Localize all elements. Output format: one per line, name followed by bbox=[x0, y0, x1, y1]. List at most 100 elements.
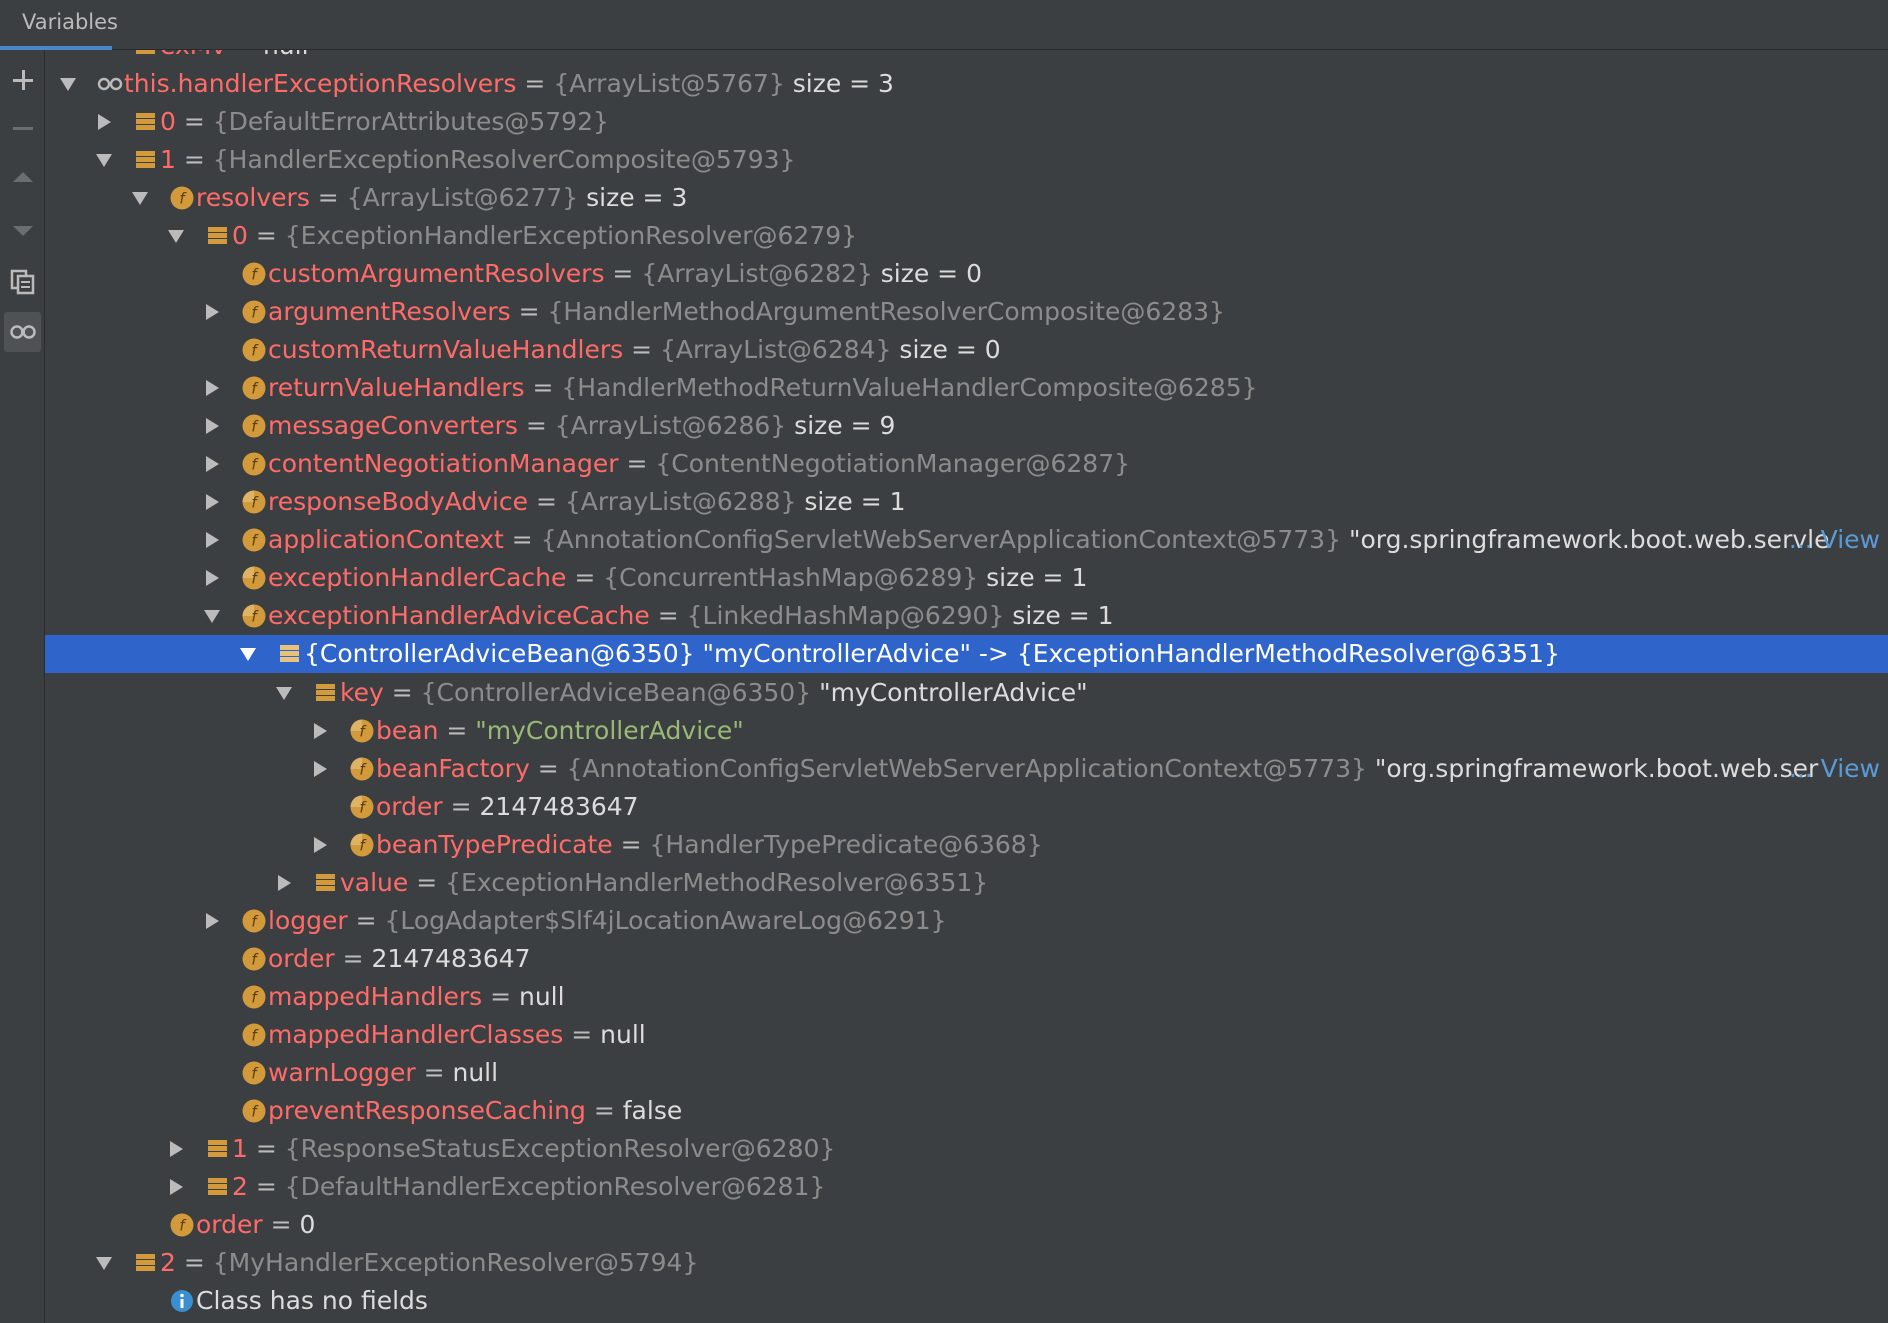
field-icon: f bbox=[241, 407, 267, 445]
expanded-arrow-icon[interactable] bbox=[57, 65, 79, 103]
equals-sign: = bbox=[175, 145, 213, 174]
object-reference: {AnnotationConfigServletWebServerApplica… bbox=[540, 525, 1341, 554]
expanded-arrow-icon[interactable] bbox=[165, 217, 187, 255]
variable-name: beanFactory bbox=[376, 754, 530, 783]
variable-name: resolvers bbox=[196, 183, 310, 212]
expanded-arrow-icon[interactable] bbox=[93, 1244, 115, 1282]
row-text: 0 = {ExceptionHandlerExceptionResolver@6… bbox=[232, 217, 857, 255]
row-text: messageConverters = {ArrayList@6286} siz… bbox=[268, 407, 895, 445]
value-details: size = 3 bbox=[578, 183, 688, 212]
equals-sign: = bbox=[408, 868, 446, 897]
row-text: this.handlerExceptionResolvers = {ArrayL… bbox=[124, 65, 894, 103]
variable-name: order bbox=[376, 792, 443, 821]
info-icon bbox=[169, 1282, 195, 1320]
tree-row[interactable]: f bean = "myControllerAdvice" bbox=[45, 712, 1888, 750]
tree-row-selected[interactable]: {ControllerAdviceBean@6350} "myControlle… bbox=[45, 635, 1888, 673]
add-watch-button[interactable] bbox=[4, 60, 41, 100]
tree-row[interactable]: f order = 0 bbox=[45, 1206, 1888, 1244]
tree-row[interactable]: f customReturnValueHandlers = {ArrayList@… bbox=[45, 331, 1888, 369]
expanded-arrow-icon[interactable] bbox=[129, 179, 151, 217]
tree-row[interactable]: f argumentResolvers = {HandlerMethodArgum… bbox=[45, 293, 1888, 331]
equals-sign: = bbox=[517, 411, 555, 440]
tree-row[interactable]: value = {ExceptionHandlerMethodResolver@… bbox=[45, 864, 1888, 902]
remove-watch-button[interactable] bbox=[4, 108, 41, 148]
tree-row[interactable]: exMv = null bbox=[45, 50, 1888, 65]
object-reference: {LinkedHashMap@6290} bbox=[686, 601, 1005, 630]
tree-row[interactable]: f beanTypePredicate = {HandlerTypePredica… bbox=[45, 826, 1888, 864]
collapsed-arrow-icon[interactable] bbox=[201, 445, 223, 483]
tree-row[interactable]: f responseBodyAdvice = {ArrayList@6288} s… bbox=[45, 483, 1888, 521]
show-watches-button[interactable] bbox=[4, 312, 41, 352]
tree-row[interactable]: key = {ControllerAdviceBean@6350} "myCon… bbox=[45, 674, 1888, 712]
tree-row[interactable]: f order = 2147483647 bbox=[45, 788, 1888, 826]
collapsed-arrow-icon[interactable] bbox=[201, 369, 223, 407]
row-text: contentNegotiationManager = {ContentNego… bbox=[268, 445, 1130, 483]
collapsed-arrow-icon[interactable] bbox=[165, 1130, 187, 1168]
tree-row[interactable]: f logger = {LogAdapter$Slf4jLocationAware… bbox=[45, 902, 1888, 940]
equals-sign: = bbox=[438, 716, 476, 745]
tree-row[interactable]: f contentNegotiationManager = {ContentNeg… bbox=[45, 445, 1888, 483]
glasses-icon bbox=[9, 325, 36, 339]
expanded-arrow-icon[interactable] bbox=[93, 141, 115, 179]
collapsed-arrow-icon[interactable] bbox=[273, 864, 295, 902]
tree-row[interactable]: f messageConverters = {ArrayList@6286} si… bbox=[45, 407, 1888, 445]
tree-row[interactable]: f beanFactory = {AnnotationConfigServletW… bbox=[45, 750, 1888, 788]
object-reference: {HandlerMethodReturnValueHandlerComposit… bbox=[561, 373, 1258, 402]
tree-row[interactable]: 1 = {HandlerExceptionResolverComposite@5… bbox=[45, 141, 1888, 179]
field-icon: f bbox=[169, 179, 195, 217]
collapsed-arrow-icon[interactable] bbox=[201, 902, 223, 940]
field-icon: f bbox=[241, 369, 267, 407]
move-down-button[interactable] bbox=[4, 210, 41, 250]
tree-row[interactable]: f customArgumentResolvers = {ArrayList@62… bbox=[45, 255, 1888, 293]
collapsed-arrow-icon[interactable] bbox=[309, 750, 331, 788]
value-details: "org.springframework.boot.web.ser bbox=[1366, 754, 1819, 783]
view-link[interactable]: ... View bbox=[1789, 750, 1880, 788]
collapsed-arrow-icon[interactable] bbox=[309, 712, 331, 750]
tree-row[interactable]: f applicationContext = {AnnotationConfigS… bbox=[45, 521, 1888, 559]
tree-row[interactable]: f exceptionHandlerAdviceCache = {LinkedHa… bbox=[45, 597, 1888, 635]
expanded-arrow-icon[interactable] bbox=[201, 597, 223, 635]
tree-row[interactable]: 2 = {MyHandlerExceptionResolver@5794} bbox=[45, 1244, 1888, 1282]
collapsed-arrow-icon[interactable] bbox=[201, 521, 223, 559]
value-details: size = 1 bbox=[796, 487, 906, 516]
tree-row[interactable]: f resolvers = {ArrayList@6277} size = 3 bbox=[45, 179, 1888, 217]
tree-row[interactable]: f mappedHandlerClasses = null bbox=[45, 1016, 1888, 1054]
tree-row[interactable]: f exceptionHandlerCache = {ConcurrentHash… bbox=[45, 559, 1888, 597]
tree-row[interactable]: f preventResponseCaching = false bbox=[45, 1092, 1888, 1130]
collapsed-arrow-icon[interactable] bbox=[201, 483, 223, 521]
variables-tree[interactable]: exMv = nullthis.handlerExceptionResolver… bbox=[45, 50, 1888, 1323]
tree-row[interactable]: f mappedHandlers = null bbox=[45, 978, 1888, 1016]
row-text: order = 0 bbox=[196, 1206, 315, 1244]
expanded-arrow-icon[interactable] bbox=[273, 674, 295, 712]
collapsed-arrow-icon[interactable] bbox=[309, 826, 331, 864]
row-text: resolvers = {ArrayList@6277} size = 3 bbox=[196, 179, 687, 217]
collapsed-arrow-icon[interactable] bbox=[165, 1168, 187, 1206]
tree-row[interactable]: f order = 2147483647 bbox=[45, 940, 1888, 978]
tree-row[interactable]: 2 = {DefaultHandlerExceptionResolver@628… bbox=[45, 1168, 1888, 1206]
equals-sign: = bbox=[347, 906, 385, 935]
row-text: responseBodyAdvice = {ArrayList@6288} si… bbox=[268, 483, 906, 521]
equals-sign: = bbox=[415, 1058, 453, 1087]
copy-button[interactable] bbox=[4, 262, 41, 302]
tree-row[interactable]: this.handlerExceptionResolvers = {ArrayL… bbox=[45, 65, 1888, 103]
tree-row[interactable]: f returnValueHandlers = {HandlerMethodRet… bbox=[45, 369, 1888, 407]
row-text: Class has no fields bbox=[196, 1282, 428, 1320]
tree-row[interactable]: f warnLogger = null bbox=[45, 1054, 1888, 1092]
view-link[interactable]: ... View bbox=[1789, 521, 1880, 559]
move-up-button[interactable] bbox=[4, 158, 41, 198]
collapsed-arrow-icon[interactable] bbox=[201, 559, 223, 597]
expanded-arrow-icon[interactable] bbox=[237, 635, 259, 673]
field-icon: f bbox=[241, 255, 267, 293]
plus-icon bbox=[12, 70, 33, 90]
panel-title[interactable]: Variables bbox=[22, 10, 118, 34]
collapsed-arrow-icon[interactable] bbox=[201, 293, 223, 331]
tree-row[interactable]: 0 = {ExceptionHandlerExceptionResolver@6… bbox=[45, 217, 1888, 255]
row-text: mappedHandlers = null bbox=[268, 978, 565, 1016]
variable-name: preventResponseCaching bbox=[268, 1096, 586, 1125]
collapsed-arrow-icon[interactable] bbox=[93, 103, 115, 141]
tree-row[interactable]: 0 = {DefaultErrorAttributes@5792} bbox=[45, 103, 1888, 141]
variable-value: 2147483647 bbox=[479, 792, 639, 821]
tree-row[interactable]: 1 = {ResponseStatusExceptionResolver@628… bbox=[45, 1130, 1888, 1168]
tree-row[interactable]: Class has no fields bbox=[45, 1282, 1888, 1320]
collapsed-arrow-icon[interactable] bbox=[201, 407, 223, 445]
